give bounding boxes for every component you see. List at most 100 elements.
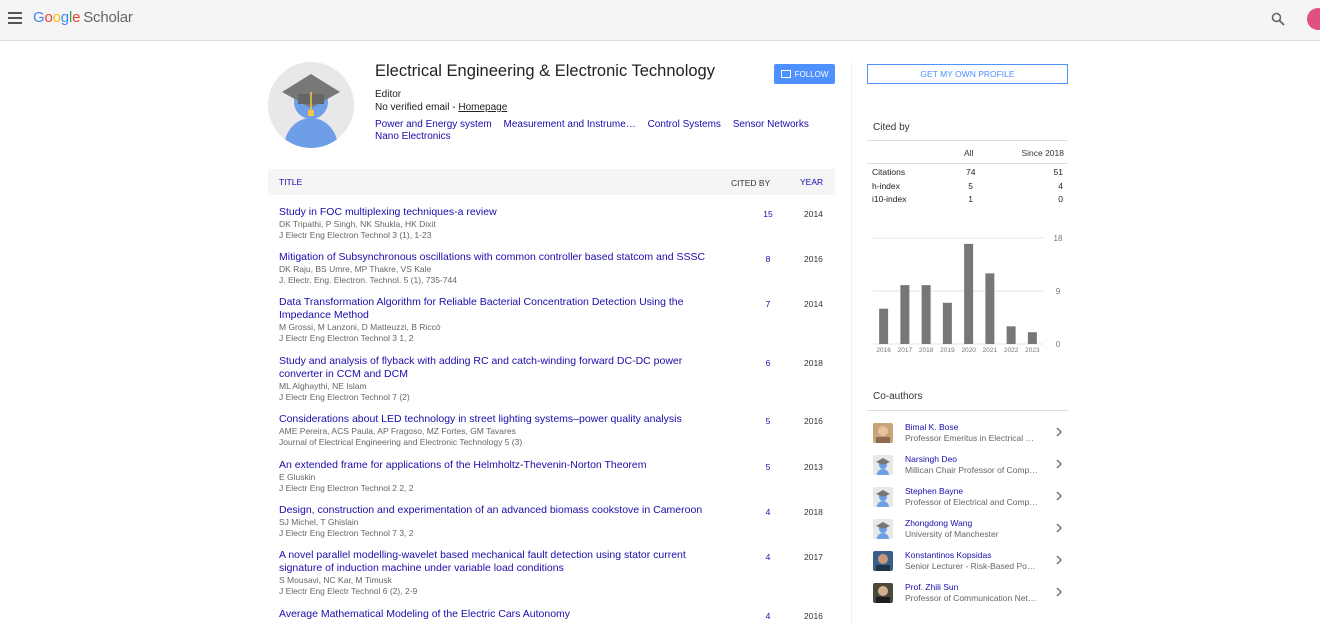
graduate-avatar-icon — [268, 62, 354, 148]
chart-y-tick-label: 9 — [1056, 287, 1061, 296]
article-venue: J Electr Eng Electron Technol 2 2, 2 — [279, 483, 414, 493]
article-venue: J Electr Eng Electron Technol 7 (2) — [279, 392, 410, 402]
col-all[interactable]: All — [964, 148, 973, 158]
article-venue: J. Electr. Eng. Electron. Technol. 5 (1)… — [279, 275, 457, 285]
co-authors-list: Bimal K. Bose Professor Emeritus in Elec… — [867, 417, 1068, 609]
graduate-avatar-icon — [873, 487, 893, 507]
co-author-item[interactable]: Zhongdong Wang University of Manchester — [867, 513, 1068, 545]
article-year: 2016 — [804, 254, 823, 264]
table-row: Data Transformation Algorithm for Reliab… — [268, 286, 835, 345]
chevron-right-icon — [1056, 523, 1063, 533]
article-title-link[interactable]: Design, construction and experimentation… — [279, 504, 719, 517]
divider — [867, 410, 1068, 411]
article-title-link[interactable]: An extended frame for applications of th… — [279, 459, 719, 472]
chevron-right-icon — [1056, 587, 1063, 597]
co-author-item[interactable]: Stephen Bayne Professor of Electrical an… — [867, 481, 1068, 513]
table-row: Mitigation of Subsynchronous oscillation… — [268, 241, 835, 286]
stat-label[interactable]: h-index — [872, 181, 900, 191]
article-title-link[interactable]: Study in FOC multiplexing techniques-a r… — [279, 206, 719, 219]
search-icon[interactable] — [1271, 12, 1285, 26]
table-row: Average Mathematical Modeling of the Ele… — [268, 598, 835, 628]
interest-link[interactable]: Power and Energy system — [375, 119, 492, 130]
cited-by-count-link[interactable]: 15 — [763, 209, 773, 219]
chart-bar — [879, 308, 889, 344]
article-year: 2018 — [804, 358, 823, 368]
interest-link[interactable]: Control Systems — [648, 119, 721, 130]
stat-all: 1 — [968, 194, 973, 204]
account-avatar[interactable] — [1307, 8, 1320, 30]
co-author-item[interactable]: Konstantinos Kopsidas Senior Lecturer - … — [867, 545, 1068, 577]
follow-button[interactable]: FOLLOW — [774, 64, 835, 84]
article-year: 2017 — [804, 552, 823, 562]
chart-x-tick-label: 2017 — [898, 347, 913, 354]
sort-by-year[interactable]: YEAR — [800, 177, 823, 187]
chart-x-tick-label: 2023 — [1025, 347, 1040, 354]
article-year: 2014 — [804, 209, 823, 219]
top-bar: Google Scholar — [0, 0, 1320, 41]
profile-photo — [268, 62, 354, 148]
cited-by-count-link[interactable]: 4 — [763, 507, 773, 517]
article-authors: DK Tripathi, P Singh, NK Shukla, HK Dixi… — [279, 219, 436, 229]
article-title-link[interactable]: Considerations about LED technology in s… — [279, 413, 719, 426]
homepage-link[interactable]: Homepage — [458, 102, 507, 113]
chevron-right-icon — [1056, 427, 1063, 437]
cited-by-count-link[interactable]: 4 — [763, 552, 773, 562]
citation-stat-row: i10-index 1 0 — [867, 191, 1068, 205]
col-since[interactable]: Since 2018 — [1021, 148, 1064, 158]
cited-by-count-link[interactable]: 5 — [763, 462, 773, 472]
co-author-photo — [873, 423, 893, 443]
co-author-name: Konstantinos Kopsidas — [905, 550, 992, 560]
cited-by-count-link[interactable]: 6 — [763, 358, 773, 368]
profile-email: No verified email - Homepage — [375, 102, 508, 113]
article-title-link[interactable]: Data Transformation Algorithm for Reliab… — [279, 296, 719, 322]
article-authors: ML Alghaythi, NE Islam — [279, 381, 367, 391]
article-year: 2014 — [804, 299, 823, 309]
graduate-avatar-icon — [873, 455, 893, 475]
graduate-avatar-icon — [873, 519, 893, 539]
chevron-right-icon — [1056, 491, 1063, 501]
article-title-link[interactable]: A novel parallel modelling-wavelet based… — [279, 549, 719, 575]
stat-all: 74 — [966, 167, 976, 177]
co-author-affiliation: Professor of Communication Net… — [905, 593, 1037, 603]
interest-link[interactable]: Nano Electronics — [375, 131, 451, 142]
google-scholar-logo[interactable]: Google Scholar — [33, 9, 133, 26]
cited-by-count-link[interactable]: 4 — [763, 611, 773, 621]
article-authors: DK Raju, BS Umre, MP Thakre, VS Kale — [279, 264, 432, 274]
co-author-item[interactable]: Prof. Zhili Sun Professor of Communicati… — [867, 577, 1068, 609]
article-year: 2018 — [804, 507, 823, 517]
co-author-affiliation: Senior Lecturer - Risk-Based Po… — [905, 561, 1036, 571]
stat-label[interactable]: i10-index — [872, 194, 907, 204]
cited-by-count-link[interactable]: 7 — [763, 299, 773, 309]
stat-label[interactable]: Citations — [872, 167, 905, 177]
article-venue: J Electr Eng Electr Technol 6 (2), 2-9 — [279, 586, 418, 596]
article-authors: M Grossi, M Lanzoni, D Matteuzzi, B Ricc… — [279, 322, 441, 332]
co-author-item[interactable]: Bimal K. Bose Professor Emeritus in Elec… — [867, 417, 1068, 449]
interest-link[interactable]: Sensor Networks — [733, 119, 809, 130]
article-title-link[interactable]: Mitigation of Subsynchronous oscillation… — [279, 251, 719, 264]
profile-affiliation: Editor — [375, 89, 402, 100]
chart-bar — [942, 302, 952, 344]
article-title-link[interactable]: Study and analysis of flyback with addin… — [279, 355, 719, 381]
chart-x-tick-label: 2016 — [876, 347, 891, 354]
articles-table-header: TITLE CITED BY YEAR — [268, 169, 835, 195]
sort-by-title[interactable]: TITLE — [279, 177, 302, 187]
cited-by-heading: Cited by — [873, 122, 910, 133]
article-title-link[interactable]: Average Mathematical Modeling of the Ele… — [279, 608, 719, 621]
stat-since: 4 — [1058, 180, 1063, 191]
co-author-name: Bimal K. Bose — [905, 422, 959, 432]
co-author-affiliation: Professor of Electrical and Comp… — [905, 497, 1038, 507]
chart-bar — [900, 285, 910, 344]
citation-stat-row: Citations 74 51 — [867, 164, 1068, 178]
article-venue: J Electr Eng Electron Technol 7 3, 2 — [279, 528, 414, 538]
article-year: 2016 — [804, 416, 823, 426]
envelope-icon — [780, 70, 791, 78]
menu-icon[interactable] — [8, 12, 22, 24]
co-author-item[interactable]: Narsingh Deo Millican Chair Professor of… — [867, 449, 1068, 481]
get-my-own-profile-button[interactable]: GET MY OWN PROFILE — [867, 64, 1068, 84]
cited-by-count-link[interactable]: 5 — [763, 416, 773, 426]
cited-by-count-link[interactable]: 8 — [763, 254, 773, 264]
chart-bar — [1027, 332, 1037, 344]
interest-link[interactable]: Measurement and Instrume… — [504, 119, 636, 131]
chart-x-tick-label: 2020 — [961, 347, 976, 354]
chart-x-tick-label: 2019 — [940, 347, 955, 354]
